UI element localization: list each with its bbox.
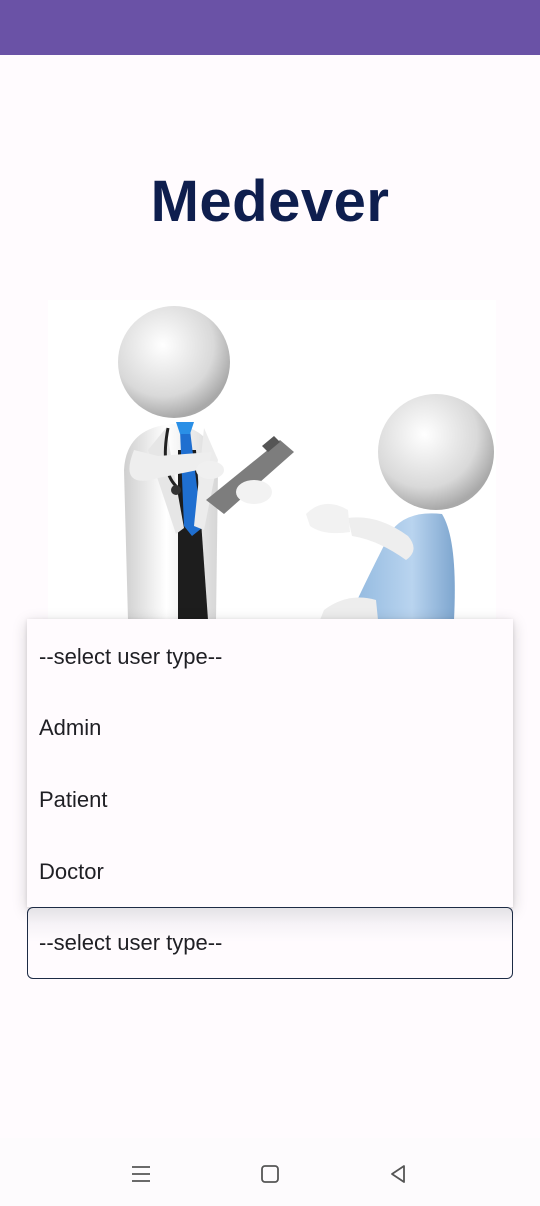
doctor-patient-illustration — [48, 300, 496, 620]
user-type-select[interactable]: --select user type-- — [27, 907, 513, 979]
option-select-user-type[interactable]: --select user type-- — [27, 621, 513, 693]
menu-icon[interactable] — [121, 1154, 161, 1194]
user-type-dropdown-menu: --select user type-- Admin Patient Docto… — [27, 619, 513, 907]
home-icon[interactable] — [250, 1154, 290, 1194]
option-admin[interactable]: Admin — [27, 692, 513, 764]
back-icon[interactable] — [378, 1154, 418, 1194]
status-bar — [0, 0, 540, 55]
app-title: Medever — [150, 169, 390, 234]
navigation-bar — [0, 1138, 540, 1206]
option-patient[interactable]: Patient — [27, 764, 513, 836]
option-doctor[interactable]: Doctor — [27, 836, 513, 908]
